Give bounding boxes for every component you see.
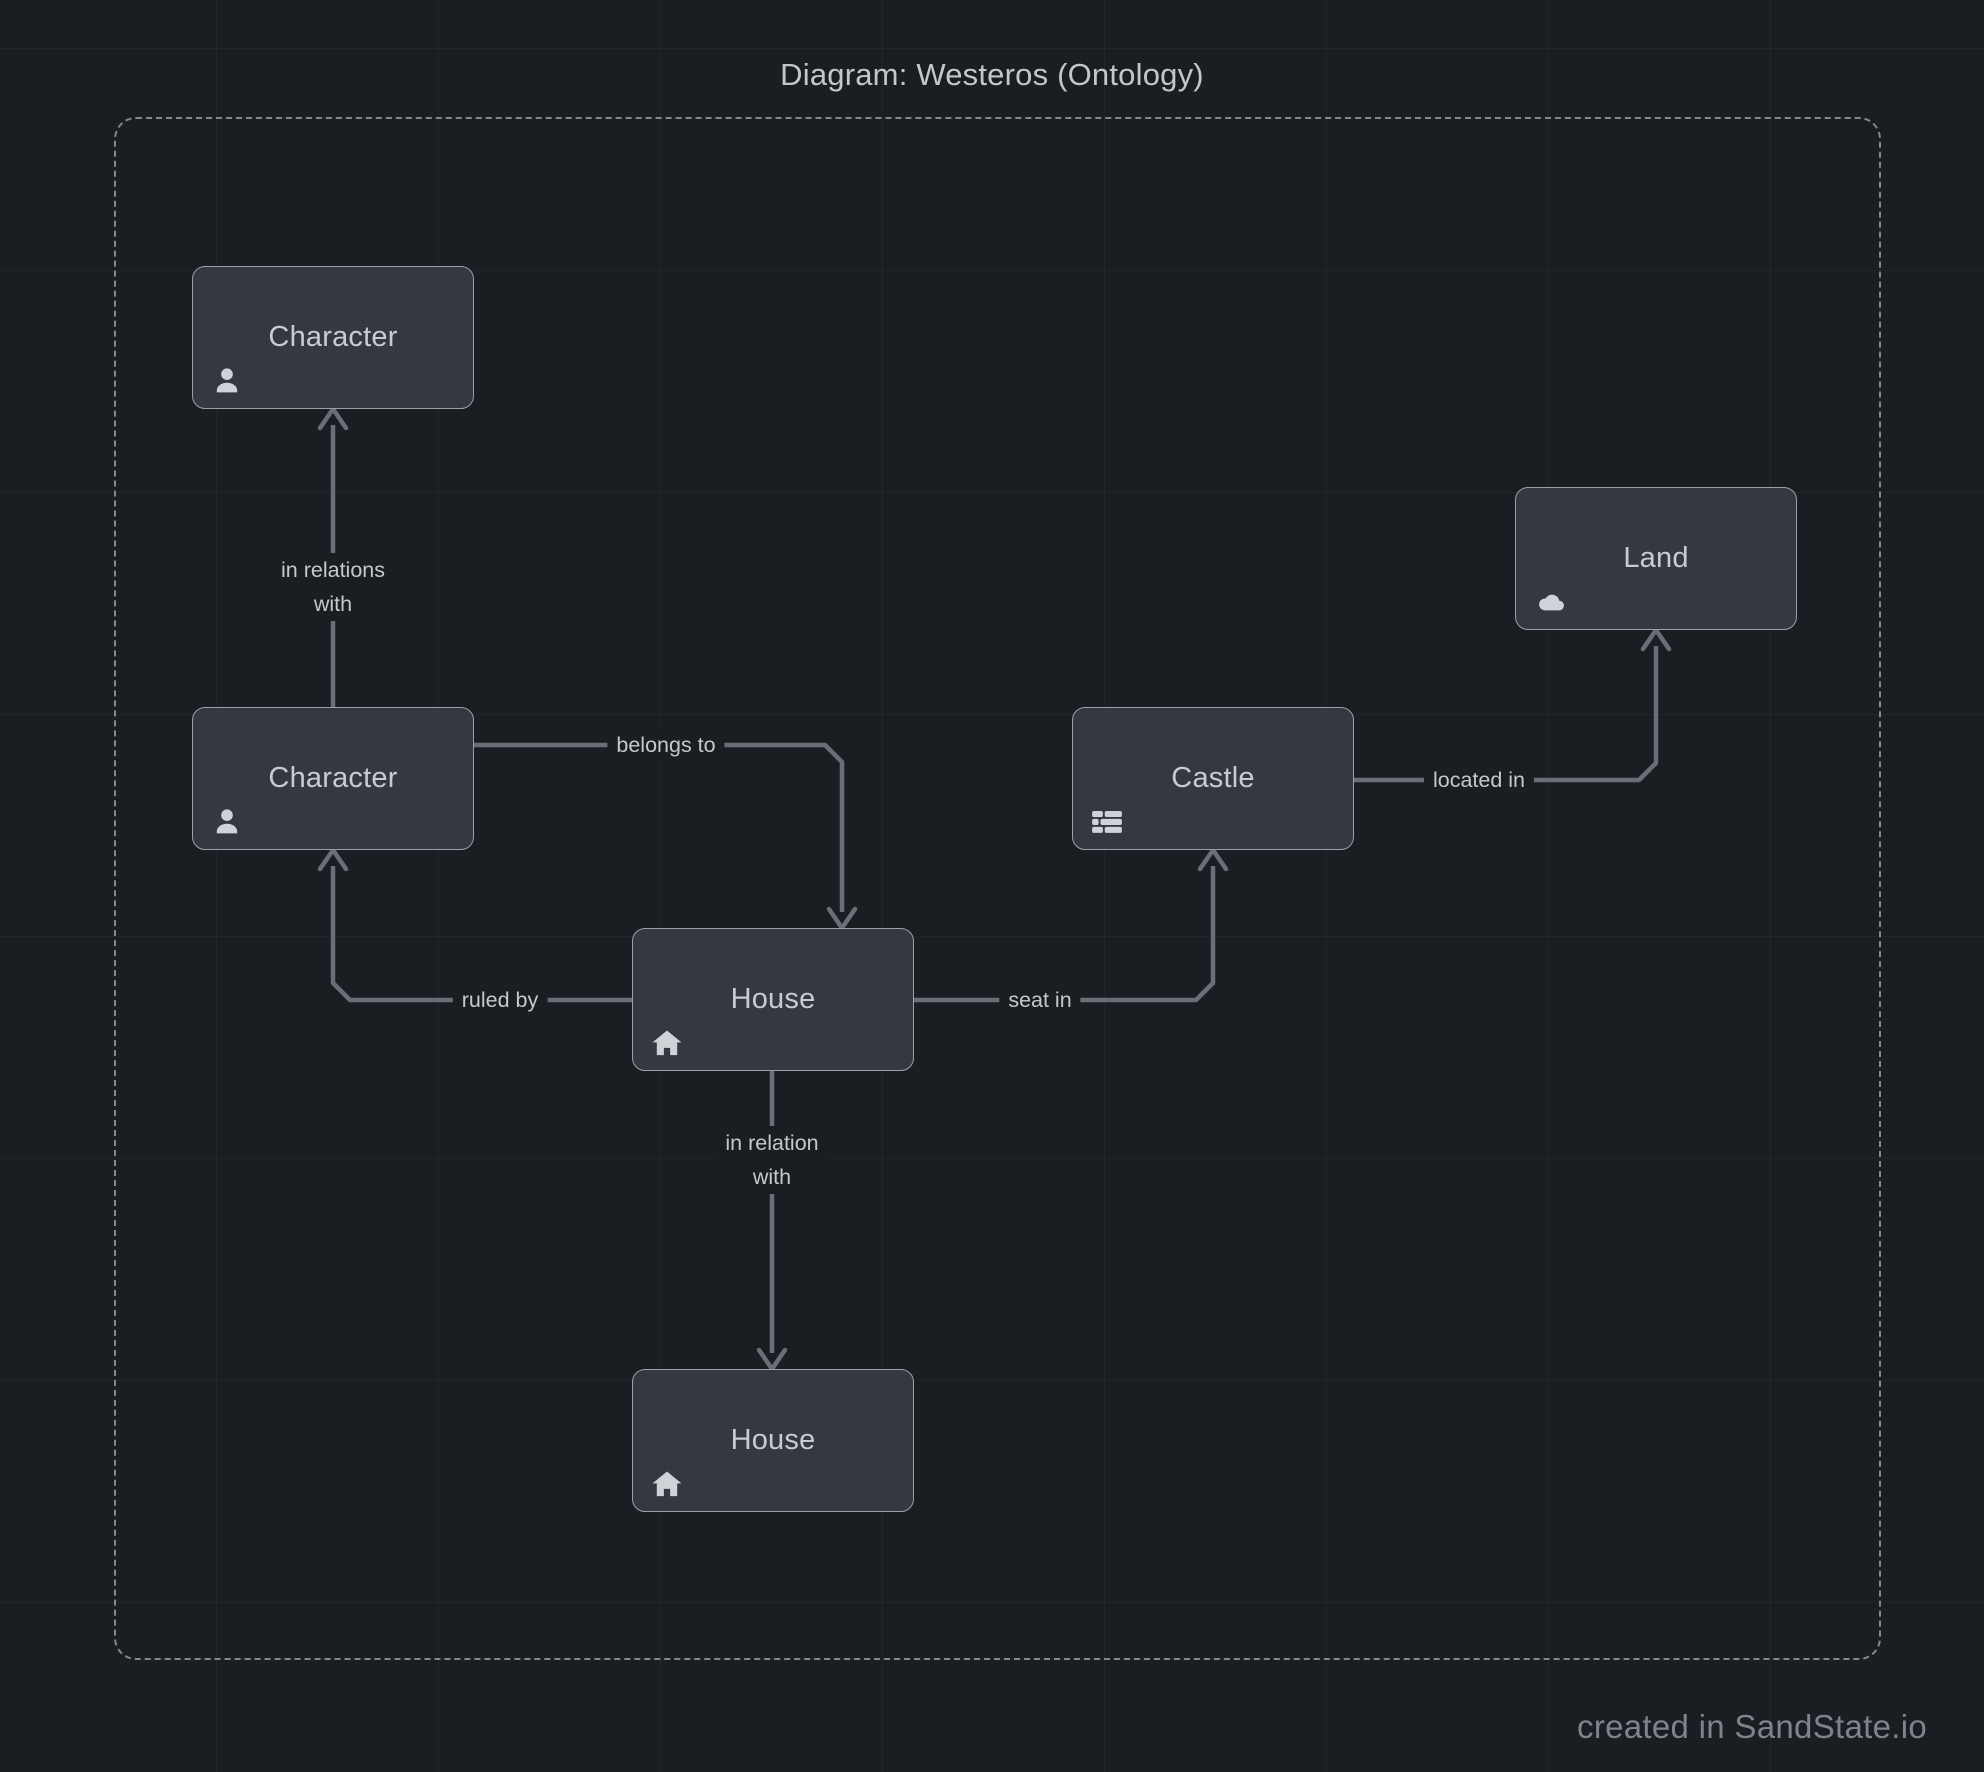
node-label: Character (268, 321, 398, 353)
home-icon (650, 1026, 684, 1060)
person-icon (210, 364, 244, 398)
person-icon (210, 805, 244, 839)
node-character-bottom[interactable]: Character (192, 707, 474, 850)
node-label: House (730, 983, 816, 1015)
node-label: Castle (1171, 762, 1255, 794)
cloud-icon (1533, 585, 1567, 619)
page-title: Diagram: Westeros (Ontology) (780, 57, 1204, 92)
node-land[interactable]: Land (1515, 487, 1797, 630)
node-label: Land (1623, 542, 1689, 574)
node-house-bottom[interactable]: House (632, 1369, 914, 1512)
watermark: created in SandState.io (1577, 1708, 1927, 1745)
node-castle[interactable]: Castle (1072, 707, 1354, 850)
node-label: House (730, 1424, 816, 1456)
home-icon (650, 1467, 684, 1501)
node-house-top[interactable]: House (632, 928, 914, 1071)
bricks-icon (1090, 805, 1124, 839)
node-label: Character (268, 762, 398, 794)
node-character-top[interactable]: Character (192, 266, 474, 409)
